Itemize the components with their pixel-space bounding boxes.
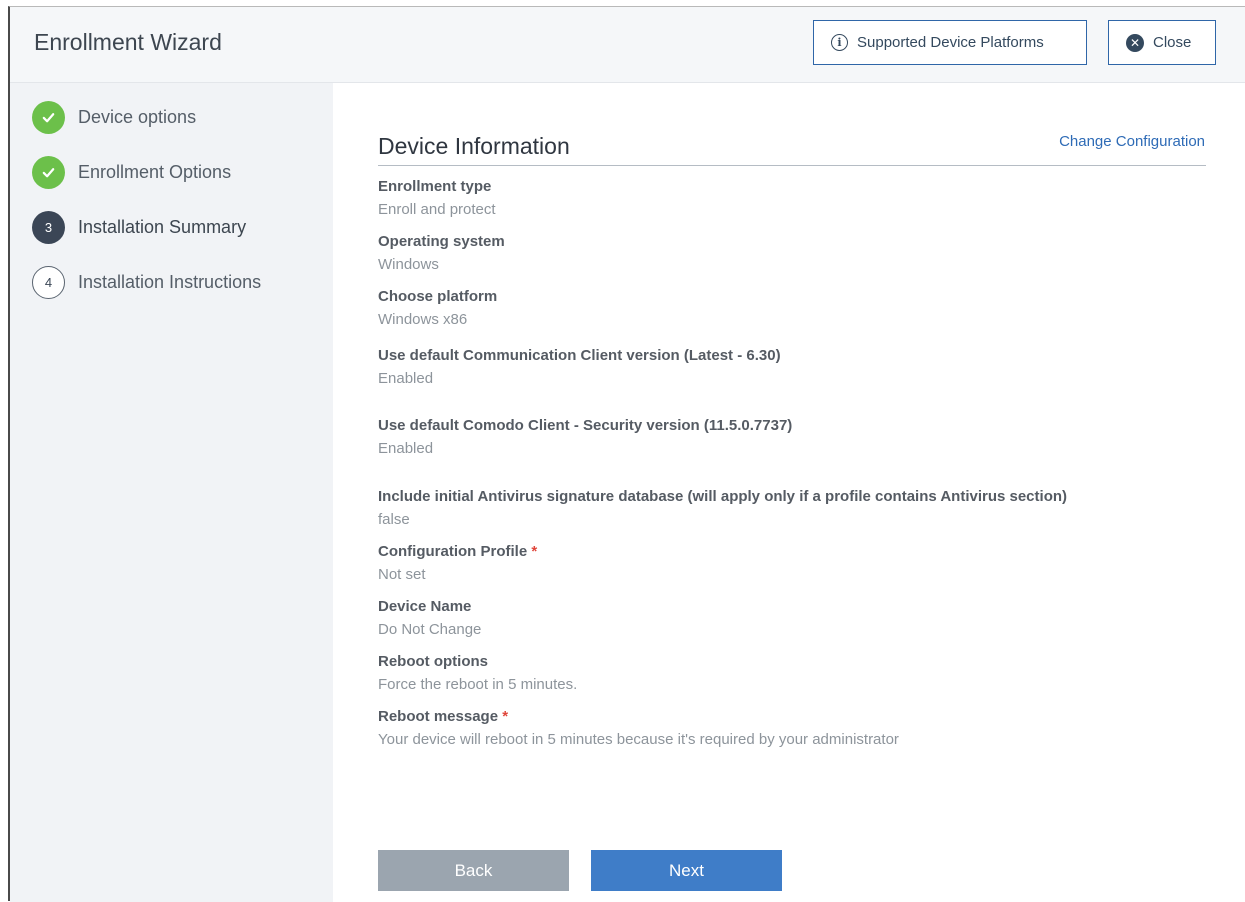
field-value: Enabled bbox=[378, 370, 434, 387]
field-label: Include initial Antivirus signature data… bbox=[378, 488, 1068, 505]
check-icon bbox=[32, 101, 65, 134]
required-marker: * bbox=[531, 543, 538, 560]
field-antivirus-database: Include initial Antivirus signature data… bbox=[378, 488, 1067, 529]
field-communication-client-version: Use default Communication Client version… bbox=[378, 347, 781, 388]
step-label: Installation Summary bbox=[78, 217, 247, 237]
field-reboot-options: Reboot options Force the reboot in 5 min… bbox=[378, 653, 577, 694]
close-label: Close bbox=[1153, 34, 1192, 51]
field-choose-platform: Choose platform Windows x86 bbox=[378, 288, 497, 329]
field-value: Do Not Change bbox=[378, 621, 482, 638]
info-icon: i bbox=[831, 34, 848, 51]
section-divider bbox=[378, 165, 1206, 166]
step-number-badge: 3 bbox=[32, 211, 65, 244]
field-reboot-message: Reboot message * Your device will reboot… bbox=[378, 708, 899, 749]
field-value: false bbox=[378, 511, 410, 528]
summary-content: Device Information Change Configuration … bbox=[333, 83, 1245, 902]
required-marker: * bbox=[502, 708, 509, 725]
field-value: Windows bbox=[378, 256, 439, 273]
field-value: Windows x86 bbox=[378, 311, 468, 328]
field-label: Enrollment type bbox=[378, 178, 492, 195]
field-configuration-profile: Configuration Profile * Not set bbox=[378, 543, 537, 584]
field-value: Not set bbox=[378, 566, 426, 583]
step-enrollment-options[interactable]: Enrollment Options bbox=[32, 156, 231, 189]
field-value: Enabled bbox=[378, 440, 434, 457]
wizard-steps-sidebar: Device options Enrollment Options 3 Inst… bbox=[10, 83, 333, 902]
field-comodo-client-security-version: Use default Comodo Client - Security ver… bbox=[378, 417, 792, 458]
field-operating-system: Operating system Windows bbox=[378, 233, 505, 274]
step-label: Enrollment Options bbox=[78, 162, 232, 182]
next-button[interactable]: Next bbox=[591, 850, 782, 891]
dialog-title: Enrollment Wizard bbox=[34, 29, 222, 55]
back-button[interactable]: Back bbox=[378, 850, 569, 891]
enrollment-wizard-dialog: Enrollment Wizard i Supported Device Pla… bbox=[8, 6, 1245, 902]
supported-platforms-label: Supported Device Platforms bbox=[857, 34, 1044, 51]
close-icon: ✕ bbox=[1126, 33, 1144, 52]
field-label: Use default Communication Client version… bbox=[378, 347, 781, 364]
section-title: Device Information bbox=[378, 133, 570, 159]
field-label: Reboot message bbox=[378, 708, 499, 725]
step-installation-instructions[interactable]: 4 Installation Instructions bbox=[32, 266, 261, 299]
field-label: Reboot options bbox=[378, 653, 488, 670]
field-label: Choose platform bbox=[378, 288, 498, 305]
field-value: Enroll and protect bbox=[378, 201, 496, 218]
field-device-name: Device Name Do Not Change bbox=[378, 598, 481, 639]
field-label: Operating system bbox=[378, 233, 505, 250]
close-button[interactable]: ✕ Close bbox=[1108, 20, 1216, 65]
step-installation-summary[interactable]: 3 Installation Summary bbox=[32, 211, 246, 244]
field-enrollment-type: Enrollment type Enroll and protect bbox=[378, 178, 496, 219]
step-device-options[interactable]: Device options bbox=[32, 101, 196, 134]
field-label: Configuration Profile bbox=[378, 543, 528, 560]
step-label: Device options bbox=[78, 107, 197, 127]
field-value: Force the reboot in 5 minutes. bbox=[378, 676, 578, 693]
field-label: Use default Comodo Client - Security ver… bbox=[378, 417, 793, 434]
step-label: Installation Instructions bbox=[78, 272, 262, 292]
dialog-header: Enrollment Wizard i Supported Device Pla… bbox=[10, 7, 1245, 83]
check-icon bbox=[32, 156, 65, 189]
field-label: Device Name bbox=[378, 598, 472, 615]
supported-platforms-button[interactable]: i Supported Device Platforms bbox=[813, 20, 1087, 65]
change-configuration-link[interactable]: Change Configuration bbox=[1059, 133, 1205, 150]
step-number-badge: 4 bbox=[32, 266, 65, 299]
field-value: Your device will reboot in 5 minutes bec… bbox=[378, 731, 899, 748]
